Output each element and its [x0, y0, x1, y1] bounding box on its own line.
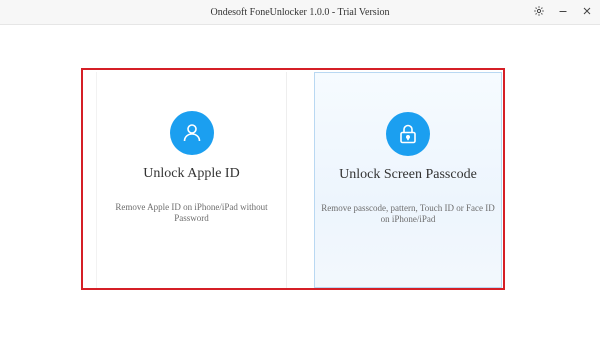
unlock-screen-passcode-description: Remove passcode, pattern, Touch ID or Fa…: [321, 203, 495, 224]
window-title: Ondesoft FoneUnlocker 1.0.0 - Trial Vers…: [210, 6, 390, 18]
user-icon: [169, 111, 214, 155]
unlock-apple-id-title: Unlock Apple ID: [143, 166, 240, 181]
unlock-apple-id-card[interactable]: Unlock Apple ID Remove Apple ID on iPhon…: [96, 72, 287, 288]
unlock-screen-passcode-title: Unlock Screen Passcode: [339, 167, 477, 182]
lock-icon: [386, 112, 430, 156]
unlock-apple-id-description: Remove Apple ID on iPhone/iPad without P…: [115, 202, 268, 223]
title-bar: Ondesoft FoneUnlocker 1.0.0 - Trial Vers…: [0, 0, 600, 25]
gear-icon[interactable]: [532, 4, 546, 18]
minimize-icon[interactable]: [556, 4, 570, 18]
close-icon[interactable]: [580, 4, 594, 18]
unlock-screen-passcode-card[interactable]: Unlock Screen Passcode Remove passcode, …: [314, 72, 502, 288]
window-controls: [532, 4, 594, 18]
